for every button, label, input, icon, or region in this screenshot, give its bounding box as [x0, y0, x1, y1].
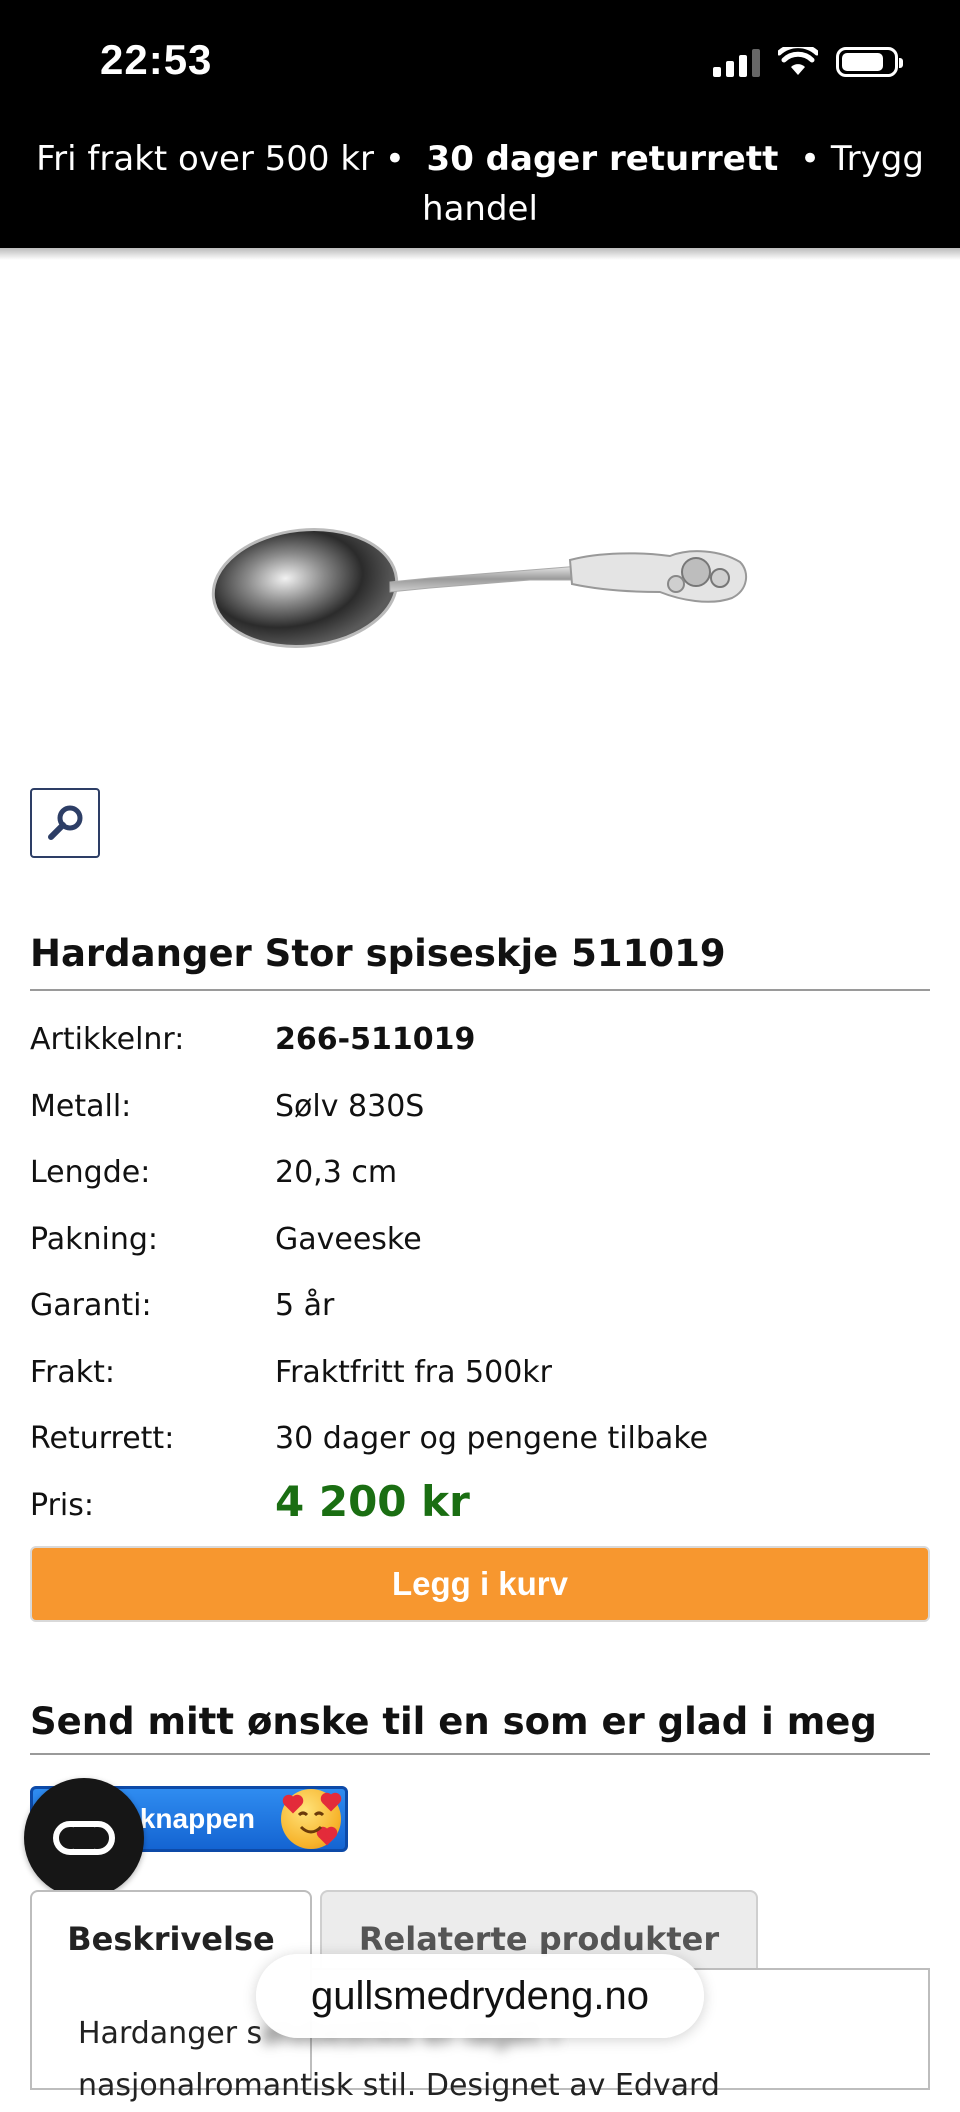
spec-row-returns: Returrett: 30 dager og pengene tilbake — [30, 1414, 930, 1481]
promo-return-policy: 30 dager returrett — [426, 139, 779, 179]
spec-value: 266-511019 — [275, 1022, 476, 1057]
add-to-cart-button[interactable]: Legg i kurv — [30, 1546, 930, 1622]
spec-value: Fraktfritt fra 500kr — [275, 1354, 553, 1390]
spec-label: Artikkelnr: — [30, 1022, 185, 1057]
tab-label: Relaterte produkter — [358, 1920, 720, 1958]
description-line-1: Hardanger s — [78, 2016, 263, 2051]
product-title: Hardanger Stor spiseskje 511019 — [30, 932, 930, 991]
spec-label: Frakt: — [30, 1354, 116, 1390]
wish-button-label: knappen — [139, 1803, 255, 1834]
spec-label: Garanti: — [30, 1288, 152, 1323]
spec-value: 20,3 cm — [275, 1155, 398, 1190]
spec-label: Metall: — [30, 1088, 132, 1124]
link-icon — [53, 1821, 115, 1855]
magnifier-icon — [48, 805, 83, 840]
product-image[interactable] — [200, 500, 760, 680]
spec-row-price: Pris: 4 200 kr — [30, 1477, 930, 1548]
cellular-signal-icon — [713, 47, 760, 77]
tab-label: Beskrivelse — [67, 1920, 275, 1958]
spec-row-warranty: Garanti: 5 år — [30, 1281, 930, 1348]
status-icons — [713, 44, 903, 80]
promo-separator: • — [384, 139, 405, 179]
wifi-icon — [778, 47, 818, 75]
spec-row-article-number: Artikkelnr: 266-511019 — [30, 1015, 930, 1082]
smiling-face-with-hearts-icon — [281, 1789, 341, 1849]
promo-separator: • — [799, 139, 821, 179]
spec-label: Lengde: — [30, 1155, 151, 1190]
status-bar: 22:53 — [0, 0, 960, 128]
spec-value: Gaveeske — [275, 1221, 422, 1257]
battery-icon — [836, 47, 903, 77]
spec-label: Pris: — [30, 1487, 94, 1523]
spec-label: Pakning: — [30, 1221, 159, 1257]
status-time: 22:53 — [100, 36, 213, 83]
spec-value: Sølv 830S — [275, 1088, 425, 1124]
floating-link-button[interactable] — [24, 1778, 144, 1898]
promo-free-shipping: Fri frakt over 500 kr — [36, 139, 375, 179]
spec-row-metal: Metall: Sølv 830S — [30, 1082, 930, 1149]
spec-value: 5 år — [275, 1288, 335, 1323]
zoom-button[interactable] — [30, 788, 100, 858]
promo-bar: Fri frakt over 500 kr • 30 dager returre… — [0, 128, 960, 248]
description-line-2: nasjonalromantisk stil. Designet av Edva… — [78, 2068, 720, 2103]
spec-value: 30 dager og pengene tilbake — [275, 1421, 709, 1456]
spec-label: Returrett: — [30, 1421, 175, 1456]
price-value: 4 200 kr — [275, 1476, 470, 1526]
browser-url-bar[interactable]: gullsmedrydeng.no — [256, 1954, 704, 2038]
spec-row-shipping: Frakt: Fraktfritt fra 500kr — [30, 1348, 930, 1415]
spec-row-packaging: Pakning: Gaveeske — [30, 1215, 930, 1282]
product-spec-table: Artikkelnr: 266-511019 Metall: Sølv 830S… — [30, 1015, 930, 1547]
spec-row-length: Lengde: 20,3 cm — [30, 1148, 930, 1215]
wish-heading: Send mitt ønske til en som er glad i meg — [30, 1700, 930, 1755]
header-shadow — [0, 248, 960, 260]
